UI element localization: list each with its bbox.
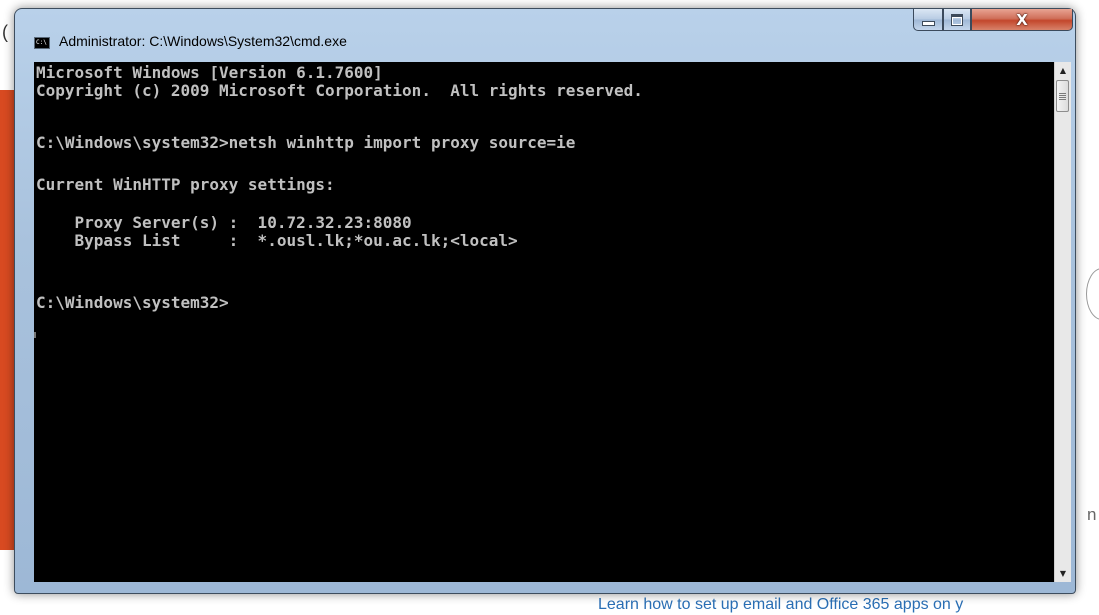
vertical-scrollbar[interactable]: ▲ ▼ <box>1054 62 1071 582</box>
scroll-thumb[interactable] <box>1056 80 1069 112</box>
console-line-proxy-server: Proxy Server(s) : 10.72.32.23:8080 <box>36 213 412 232</box>
console-line-bypass-list: Bypass List : *.ousl.lk;*ou.ac.lk;<local… <box>36 231 518 250</box>
minimize-icon <box>921 20 935 26</box>
console-line-prompt: C:\Windows\system32> <box>36 293 229 312</box>
close-button[interactable]: X <box>971 9 1073 31</box>
scroll-up-button[interactable]: ▲ <box>1055 62 1071 79</box>
cmd-icon-text: C:\ <box>36 39 47 46</box>
close-icon: X <box>1016 10 1028 29</box>
background-top-edge <box>0 0 1099 8</box>
cmd-icon[interactable]: C:\ <box>34 37 50 49</box>
cmd-window[interactable]: C:\ Administrator: C:\Windows\System32\c… <box>14 8 1076 594</box>
minimize-button[interactable] <box>913 9 943 31</box>
console-line-version: Microsoft Windows [Version 6.1.7600] <box>36 63 383 82</box>
maximize-button[interactable] <box>943 9 971 31</box>
window-title: Administrator: C:\Windows\System32\cmd.e… <box>59 33 347 49</box>
console-output[interactable]: Microsoft Windows [Version 6.1.7600] Cop… <box>34 62 1054 582</box>
maximize-icon <box>951 13 963 26</box>
console-line-copyright: Copyright (c) 2009 Microsoft Corporation… <box>36 81 643 100</box>
background-right-text: n <box>1087 505 1097 524</box>
console-line-settings-head: Current WinHTTP proxy settings: <box>36 175 335 194</box>
title-bar[interactable]: C:\ Administrator: C:\Windows\System32\c… <box>15 9 1075 59</box>
background-left-text: ( <box>2 22 8 42</box>
text-cursor <box>34 332 36 338</box>
grip-icon <box>1059 92 1066 100</box>
caption-buttons: X <box>913 9 1073 31</box>
console-line-command: C:\Windows\system32>netsh winhttp import… <box>36 133 576 152</box>
background-help-link[interactable]: Learn how to set up email and Office 365… <box>598 596 963 614</box>
scroll-down-button[interactable]: ▼ <box>1055 565 1071 582</box>
